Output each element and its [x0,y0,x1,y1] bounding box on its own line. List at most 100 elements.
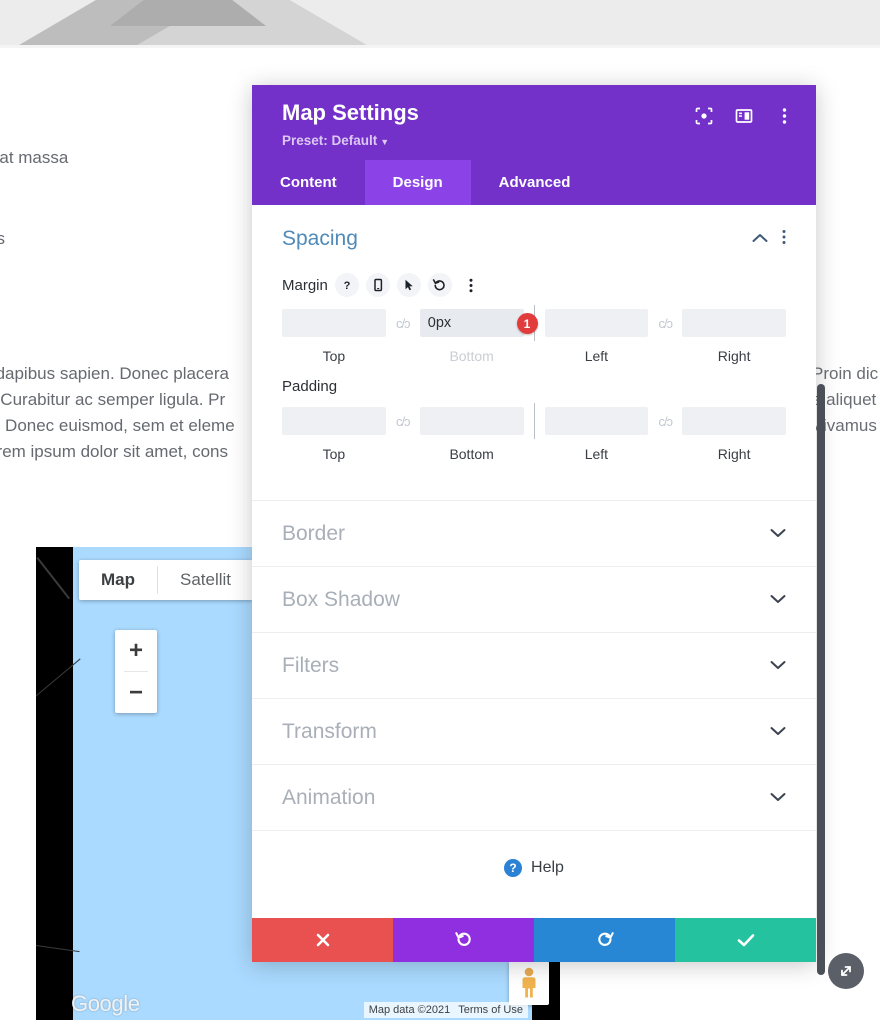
banner-bottom-edge [0,45,880,48]
margin-horizontal-link-icon[interactable]: c/ɔ [648,316,682,331]
pegman-icon [522,967,536,998]
map-type-satellite-button[interactable]: Satellit [158,560,253,600]
margin-bottom-badge: 1 [516,313,538,335]
tab-design[interactable]: Design [364,160,471,206]
margin-labels-row: Top Bottom Left Right [282,348,786,364]
map-zoom-control[interactable]: + − [115,630,157,713]
kebab-menu-icon[interactable] [459,273,483,297]
tab-advanced[interactable]: Advanced [471,160,599,205]
margin-horizontal-group: c/ɔ [544,309,786,338]
accordion-filters[interactable]: Filters [252,632,816,698]
cancel-button[interactable] [252,918,393,962]
accordion-transform[interactable]: Transform [252,698,816,764]
accordion-box-shadow[interactable]: Box Shadow [252,566,816,632]
spacing-section-actions [752,229,786,250]
accordion-animation-label: Animation [282,785,376,809]
padding-right-input[interactable] [682,407,786,436]
preset-selector[interactable]: Preset: Default ▼ [282,133,419,148]
bg-paragraph-line: apien. Donec euismod, sem et eleme [0,416,235,435]
kebab-menu-icon[interactable] [782,229,786,250]
padding-vertical-group: c/ɔ [282,407,524,436]
focus-target-icon[interactable] [694,106,714,126]
margin-right-label: Right [717,348,751,365]
modal-resize-handle[interactable] [828,953,864,989]
padding-vertical-link-icon[interactable]: c/ɔ [386,414,420,429]
accordion-transform-label: Transform [282,719,377,743]
margin-top-label: Top [322,348,346,365]
map-data-copyright: Map data ©2021 [368,1004,451,1016]
map-zoom-in-button[interactable]: + [115,630,157,671]
redo-button[interactable] [534,918,675,962]
close-x-icon [316,933,329,947]
accordion-border[interactable]: Border [252,500,816,566]
layout-panel-icon[interactable] [734,106,754,126]
chevron-down-icon [770,525,786,543]
help-row[interactable]: ? Help [252,830,816,907]
screen-root: uctor volutpat massa empus nisl vinar da… [0,0,880,1020]
pegman-street-view-control[interactable] [509,961,549,1005]
margin-top-input[interactable] [282,309,386,338]
margin-left-input[interactable] [544,309,649,338]
padding-horizontal-link-icon[interactable]: c/ɔ [648,414,682,429]
margin-field-block: Margin ? c/ɔ 0px 1 c/ɔ Top Bottom Left R… [252,273,816,364]
tab-content[interactable]: Content [252,160,365,205]
padding-bottom-input[interactable] [419,407,524,436]
padding-top-input[interactable] [282,407,386,436]
chevron-down-icon [770,591,786,609]
map-terms-of-use-link[interactable]: Terms of Use [458,1004,523,1016]
modal-title: Map Settings [282,100,419,125]
margin-vertical-link-icon[interactable]: c/ɔ [386,316,420,331]
map-zoom-out-button[interactable]: − [115,672,157,713]
margin-inputs-row: c/ɔ 1 c/ɔ [282,305,786,342]
help-icon[interactable]: ? [334,273,359,298]
padding-bottom-field [419,407,524,436]
margin-bottom-input[interactable] [419,309,524,338]
map-type-map-button[interactable]: Map [79,560,157,600]
map-road-line [36,557,71,600]
map-dark-region-left [36,547,81,1020]
map-type-control[interactable]: Map Satellit [79,560,254,600]
padding-labels-row: Top Bottom Left Right [282,446,786,462]
padding-left-input[interactable] [544,407,649,436]
responsive-mobile-icon[interactable] [365,273,390,298]
modal-scrollbar[interactable] [817,384,825,975]
help-icon: ? [504,859,523,878]
padding-inputs-row: c/ɔ c/ɔ [282,403,786,440]
padding-field-block: Padding c/ɔ c/ɔ Top Bottom Left Right [252,378,816,462]
padding-horizontal-group: c/ɔ [544,407,786,436]
padding-label: Padding [282,378,338,396]
chevron-up-icon[interactable] [752,230,768,248]
spacing-section-header[interactable]: Spacing [252,205,816,259]
modal-header-actions [694,101,794,126]
bg-paragraph-line: us et. Curabitur ac semper ligula. Pr [0,390,226,409]
map-attribution: Map data ©2021 Terms of Use [363,1002,528,1018]
bg-text-line: Proin dic [812,364,879,383]
bg-paragraph-line: vinar dapibus sapien. Donec placera [0,364,230,383]
margin-right-input[interactable] [682,309,786,338]
modal-tabs: Content Design Advanced [252,160,816,206]
check-icon [737,934,754,947]
chevron-down-icon [770,657,786,675]
accordion-border-label: Border [282,521,346,545]
margin-bottom-label: Bottom [449,348,494,365]
undo-button[interactable] [393,918,534,962]
preset-label: Preset: Default [282,133,378,149]
map-settings-modal: Map Settings Preset: Default ▼ Content De… [252,85,864,989]
save-button[interactable] [675,918,816,962]
padding-left-field [544,407,649,436]
chevron-down-icon [770,789,786,807]
modal-header-titles: Map Settings Preset: Default ▼ [282,100,419,148]
padding-group-divider [533,403,535,440]
bg-paragraph-line: at. Lorem ipsum dolor sit amet, cons [0,442,229,461]
accordion-animation[interactable]: Animation [252,764,816,830]
reset-icon[interactable] [427,273,452,298]
padding-left-label: Left [584,446,609,463]
margin-right-field [682,309,786,338]
google-logo: Google [71,991,140,1016]
hover-cursor-icon[interactable] [396,273,421,298]
kebab-menu-icon[interactable] [774,106,794,126]
margin-left-field [544,309,649,338]
padding-right-field [682,407,786,436]
padding-bottom-label: Bottom [449,446,494,463]
margin-bottom-field: 1 [419,309,538,338]
